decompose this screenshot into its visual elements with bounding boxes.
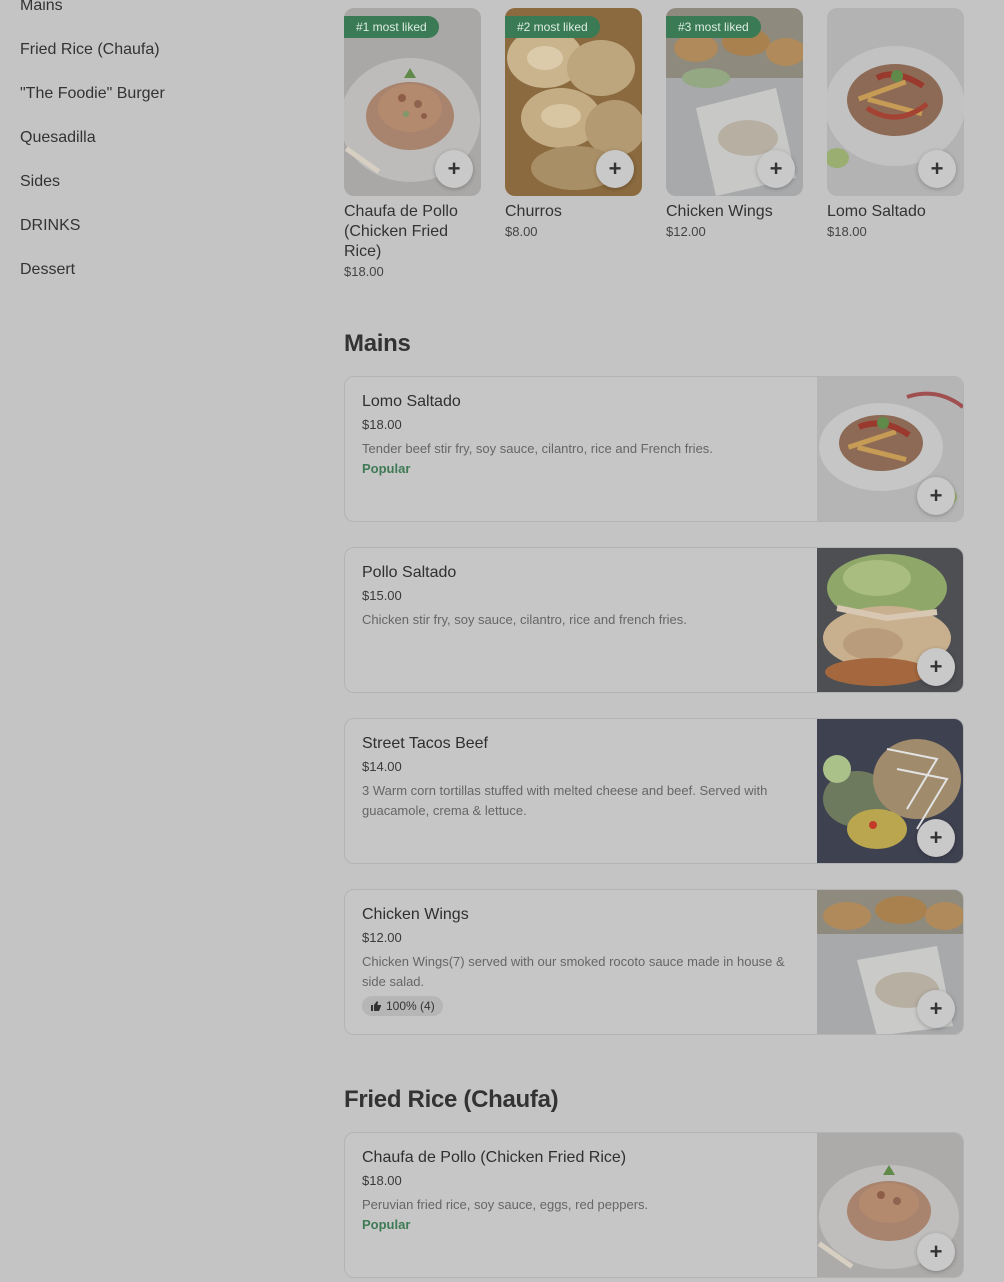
popular-items-row: #1 most liked + Chaufa de Pollo (Chicken… — [344, 8, 964, 279]
add-to-cart-button[interactable]: + — [917, 819, 955, 857]
plus-icon: + — [769, 156, 783, 181]
item-price: $18.00 — [362, 1173, 402, 1188]
add-to-cart-button[interactable]: + — [917, 648, 955, 686]
sidebar-item-foodie-burger[interactable]: "The Foodie" Burger — [20, 72, 280, 116]
menu-item-card[interactable]: Chicken Wings $12.00 Chicken Wings(7) se… — [344, 889, 964, 1035]
menu-item-card[interactable]: Pollo Saltado $15.00 Chicken stir fry, s… — [344, 547, 964, 693]
add-to-cart-button[interactable]: + — [917, 990, 955, 1028]
dish-name: Churros — [505, 203, 562, 220]
add-to-cart-button[interactable]: + — [918, 150, 956, 188]
menu-content: #1 most liked + Chaufa de Pollo (Chicken… — [344, 8, 964, 1278]
item-price: $18.00 — [362, 417, 402, 432]
dish-image: + — [817, 890, 963, 1034]
plus-icon: + — [929, 996, 943, 1021]
menu-item-details: Pollo Saltado $15.00 Chicken stir fry, s… — [362, 563, 802, 630]
item-price: $15.00 — [362, 588, 402, 603]
dish-image: #3 most liked + — [666, 8, 803, 196]
dish-image: + — [817, 548, 963, 692]
popular-item-card[interactable]: #3 most liked + Chicken Wings $12.00 — [666, 8, 803, 279]
section-title-mains: Mains — [344, 330, 411, 357]
dish-image: + — [817, 377, 963, 521]
thumbs-up-icon — [371, 1001, 381, 1011]
popular-tag: Popular — [362, 461, 411, 476]
popular-item-card[interactable]: #1 most liked + Chaufa de Pollo (Chicken… — [344, 8, 481, 279]
dish-image: + — [817, 719, 963, 863]
sidebar-item-mains[interactable]: Mains — [20, 0, 280, 28]
item-name: Street Tacos Beef — [362, 735, 488, 752]
item-price: $12.00 — [362, 930, 402, 945]
dish-name: Chaufa de Pollo (Chicken Fried Rice) — [344, 203, 458, 260]
menu-item-details: Lomo Saltado $18.00 Tender beef stir fry… — [362, 392, 802, 476]
item-description: Tender beef stir fry, soy sauce, cilantr… — [362, 441, 713, 456]
section-title-fried-rice: Fried Rice (Chaufa) — [344, 1086, 559, 1113]
dish-price: $8.00 — [505, 224, 538, 239]
item-description: 3 Warm corn tortillas stuffed with melte… — [362, 783, 768, 818]
menu-item-details: Chaufa de Pollo (Chicken Fried Rice) $18… — [362, 1148, 802, 1232]
plus-icon: + — [929, 825, 943, 850]
item-name: Pollo Saltado — [362, 564, 457, 581]
add-to-cart-button[interactable]: + — [917, 477, 955, 515]
plus-icon: + — [447, 156, 461, 181]
add-to-cart-button[interactable]: + — [757, 150, 795, 188]
sidebar-item-fried-rice[interactable]: Fried Rice (Chaufa) — [20, 28, 280, 72]
rating-value: 100% (4) — [386, 999, 435, 1013]
item-price: $14.00 — [362, 759, 402, 774]
dish-name: Chicken Wings — [666, 203, 773, 220]
item-name: Lomo Saltado — [362, 393, 461, 410]
most-liked-badge: #2 most liked — [505, 16, 600, 38]
plus-icon: + — [929, 483, 943, 508]
dish-price: $12.00 — [666, 224, 706, 239]
popular-item-card[interactable]: + Lomo Saltado $18.00 — [827, 8, 964, 279]
item-description: Peruvian fried rice, soy sauce, eggs, re… — [362, 1197, 649, 1212]
item-name: Chicken Wings — [362, 906, 469, 923]
add-to-cart-button[interactable]: + — [435, 150, 473, 188]
plus-icon: + — [608, 156, 622, 181]
dish-price: $18.00 — [344, 264, 384, 279]
dish-image: #2 most liked + — [505, 8, 642, 196]
rating-badge: 100% (4) — [362, 996, 443, 1016]
menu-item-details: Street Tacos Beef $14.00 3 Warm corn tor… — [362, 734, 802, 821]
popular-tag: Popular — [362, 1217, 411, 1232]
dish-image: + — [827, 8, 964, 196]
menu-item-details: Chicken Wings $12.00 Chicken Wings(7) se… — [362, 905, 802, 1017]
dish-image: #1 most liked + — [344, 8, 481, 196]
menu-item-card[interactable]: Chaufa de Pollo (Chicken Fried Rice) $18… — [344, 1132, 964, 1278]
sidebar-item-drinks[interactable]: DRINKS — [20, 204, 280, 248]
item-description: Chicken stir fry, soy sauce, cilantro, r… — [362, 612, 687, 627]
sidebar-item-sides[interactable]: Sides — [20, 160, 280, 204]
menu-item-card[interactable]: Street Tacos Beef $14.00 3 Warm corn tor… — [344, 718, 964, 864]
dish-image: + — [817, 1133, 963, 1277]
plus-icon: + — [930, 156, 944, 181]
plus-icon: + — [929, 654, 943, 679]
dish-name: Lomo Saltado — [827, 203, 926, 220]
menu-item-card[interactable]: Lomo Saltado $18.00 Tender beef stir fry… — [344, 376, 964, 522]
sidebar-item-quesadilla[interactable]: Quesadilla — [20, 116, 280, 160]
popular-item-card[interactable]: #2 most liked + Churros $8.00 — [505, 8, 642, 279]
add-to-cart-button[interactable]: + — [917, 1233, 955, 1271]
item-name: Chaufa de Pollo (Chicken Fried Rice) — [362, 1149, 627, 1166]
add-to-cart-button[interactable]: + — [596, 150, 634, 188]
dish-price: $18.00 — [827, 224, 867, 239]
most-liked-badge: #1 most liked — [344, 16, 439, 38]
plus-icon: + — [929, 1239, 943, 1264]
item-description: Chicken Wings(7) served with our smoked … — [362, 954, 785, 989]
category-sidebar: Mains Fried Rice (Chaufa) "The Foodie" B… — [20, 0, 280, 292]
most-liked-badge: #3 most liked — [666, 16, 761, 38]
sidebar-item-dessert[interactable]: Dessert — [20, 248, 280, 292]
